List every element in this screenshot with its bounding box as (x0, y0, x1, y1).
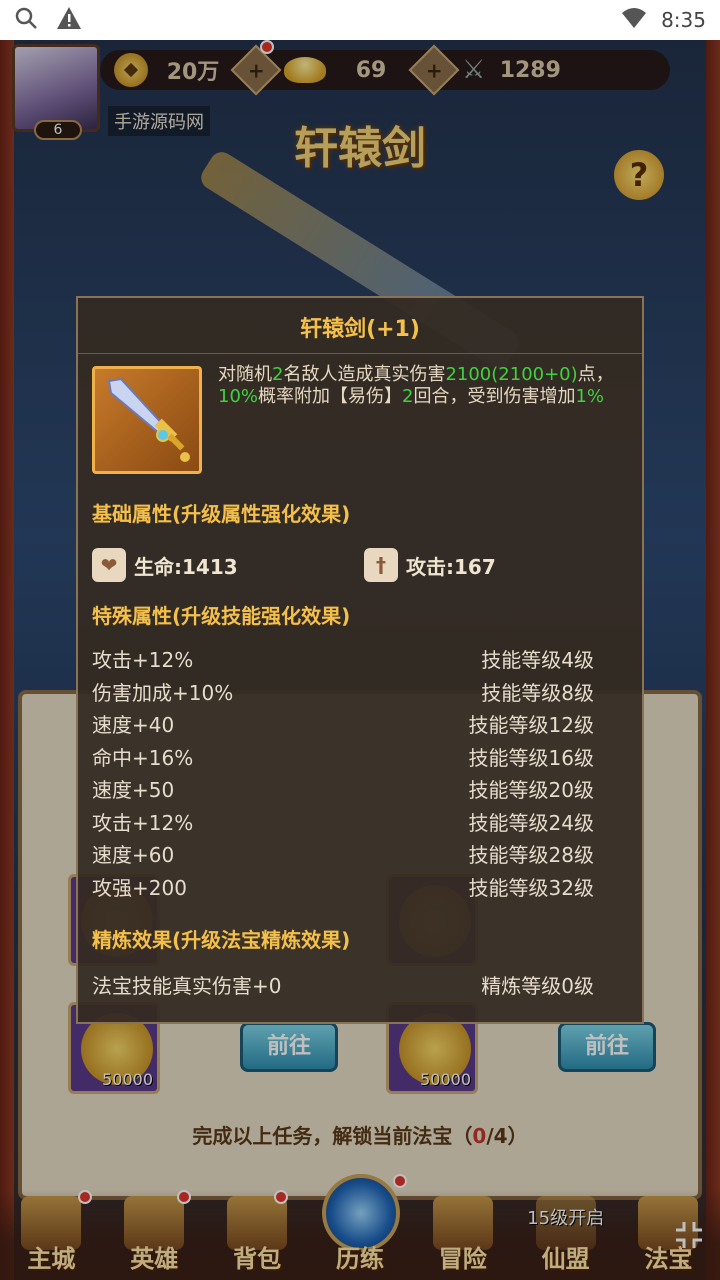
special-attributes-title: 特殊属性(升级技能强化效果) (92, 604, 351, 628)
status-bar: 8:35 (0, 0, 720, 40)
clock-time: 8:35 (661, 8, 706, 32)
heart-shield-icon: ❤ (92, 548, 126, 582)
wifi-icon (621, 7, 647, 34)
treasure-detail-modal: 轩辕剑(+1) 对随机2名敌人造成真实伤害2100(2100+0)点，10%概率… (76, 296, 644, 1024)
base-attributes-title: 基础属性(升级属性强化效果) (92, 502, 351, 526)
hp-stat: ❤ 生命:1413 (92, 548, 238, 582)
modal-title: 轩辕剑(+1) (78, 306, 642, 354)
attack-stat: † 攻击:167 (364, 548, 496, 582)
list-item: 速度+50 技能等级20级 (92, 778, 594, 802)
sword-shield-icon: † (364, 548, 398, 582)
warning-icon (56, 6, 82, 34)
list-item: 速度+60 技能等级28级 (92, 843, 594, 867)
list-item: 速度+40 技能等级12级 (92, 713, 594, 737)
skill-description: 对随机2名敌人造成真实伤害2100(2100+0)点，10%概率附加【易伤】2回… (218, 364, 614, 407)
list-item: 攻强+200 技能等级32级 (92, 875, 594, 900)
list-item: 攻击+12% 技能等级24级 (92, 810, 594, 835)
refine-effect-row: 法宝技能真实伤害+0 精炼等级0级 (92, 974, 594, 998)
search-icon (14, 6, 38, 34)
sword-item-icon (92, 366, 202, 474)
list-item: 命中+16% 技能等级16级 (92, 745, 594, 770)
special-attributes-list: 攻击+12% 技能等级4级 伤害加成+10% 技能等级8级 速度+40 技能等级12级… (92, 644, 594, 904)
refine-effect-title: 精炼效果(升级法宝精炼效果) (92, 928, 351, 952)
list-item: 伤害加成+10% 技能等级8级 (92, 680, 594, 705)
list-item: 攻击+12% 技能等级4级 (92, 648, 594, 672)
